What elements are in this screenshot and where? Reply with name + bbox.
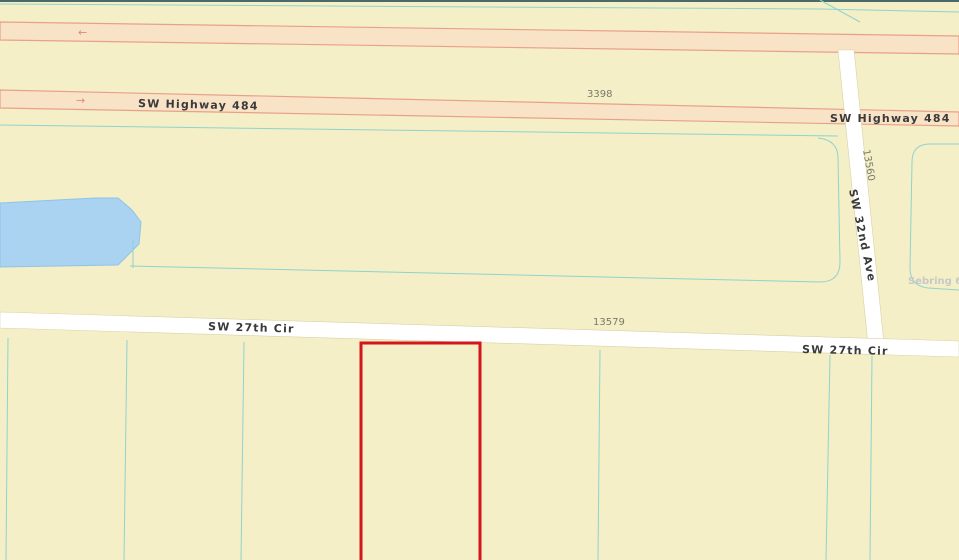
local-road-label-left: SW 27th Cir bbox=[208, 320, 295, 336]
highway-south-arrow: → bbox=[76, 94, 85, 107]
local-road-address: 13579 bbox=[593, 317, 625, 328]
top-map-edge bbox=[0, 0, 959, 2]
highway-address: 3398 bbox=[587, 89, 612, 100]
highway-label-left: SW Highway 484 bbox=[138, 97, 259, 113]
faded-map-label: Sebring 63 bbox=[908, 276, 959, 287]
highway-north-arrow: ← bbox=[78, 26, 87, 39]
parcel-map[interactable]: ← → SW Highway 484 SW Highway 484 3398 S… bbox=[0, 0, 959, 560]
water-body bbox=[0, 197, 142, 268]
local-road-label-right: SW 27th Cir bbox=[802, 343, 889, 358]
highway-label-right: SW Highway 484 bbox=[830, 112, 951, 125]
